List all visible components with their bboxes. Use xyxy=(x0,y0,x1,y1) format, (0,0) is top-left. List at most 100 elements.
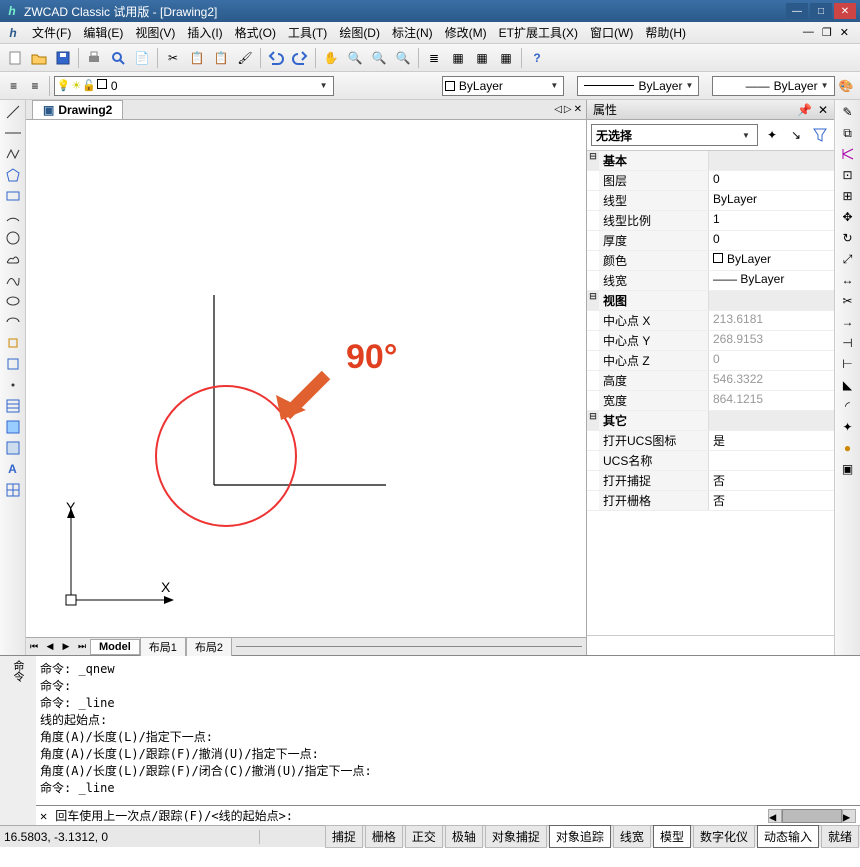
lineweight-combo[interactable]: ByLayer ▼ xyxy=(577,76,699,96)
prop-ucsn[interactable] xyxy=(709,451,834,470)
prop-cz[interactable]: 0 xyxy=(709,351,834,370)
hscroll-right[interactable]: ▶ xyxy=(842,809,856,823)
collapse-view[interactable]: ⊟ xyxy=(587,291,599,310)
explode-tool[interactable]: ✦ xyxy=(838,417,858,437)
props-button[interactable]: ▦ xyxy=(447,47,469,69)
minimize-button[interactable]: — xyxy=(786,3,808,19)
menu-insert[interactable]: 插入(I) xyxy=(181,22,228,43)
status-grid[interactable]: 栅格 xyxy=(365,825,403,848)
hscroll-left[interactable]: ◀ xyxy=(768,809,782,823)
tab-prev-button[interactable]: ◁ xyxy=(554,104,562,115)
prop-layer[interactable]: 0 xyxy=(709,171,834,190)
open-button[interactable] xyxy=(28,47,50,69)
status-model[interactable]: 模型 xyxy=(653,825,691,848)
status-dyn[interactable]: 动态输入 xyxy=(757,825,819,848)
preview-button[interactable] xyxy=(107,47,129,69)
menu-file[interactable]: 文件(F) xyxy=(26,22,77,43)
child-close-button[interactable]: ✕ xyxy=(837,26,852,39)
menu-help[interactable]: 帮助(H) xyxy=(639,22,692,43)
arc-tool[interactable] xyxy=(3,207,23,227)
chamfer-tool[interactable]: ◣ xyxy=(838,375,858,395)
collapse-other[interactable]: ⊟ xyxy=(587,411,599,430)
menu-tools[interactable]: 工具(T) xyxy=(282,22,333,43)
layer-prop-button[interactable]: ≡ xyxy=(4,75,23,97)
hscroll-thumb[interactable] xyxy=(782,809,842,823)
prop-ltype[interactable]: ByLayer xyxy=(709,191,834,210)
lineweight2-combo[interactable]: —— ByLayer ▼ xyxy=(712,76,834,96)
drawing-canvas[interactable]: Y X 90° xyxy=(26,120,586,637)
break-tool[interactable]: ⊣ xyxy=(838,333,858,353)
prop-gridp[interactable]: 否 xyxy=(709,491,834,510)
tab-next-button[interactable]: ▷ xyxy=(564,104,572,115)
prop-cy[interactable]: 268.9153 xyxy=(709,331,834,350)
prop-thick[interactable]: 0 xyxy=(709,231,834,250)
cut-button[interactable]: ✂ xyxy=(162,47,184,69)
filter-button[interactable] xyxy=(810,125,830,145)
region-tool[interactable] xyxy=(3,438,23,458)
collapse-basic[interactable]: ⊟ xyxy=(587,151,599,170)
first-button[interactable]: ⏮ xyxy=(26,641,42,652)
prop-w[interactable]: 864.1215 xyxy=(709,391,834,410)
spline-tool[interactable] xyxy=(3,270,23,290)
circle-tool[interactable] xyxy=(3,228,23,248)
table-tool[interactable] xyxy=(3,480,23,500)
stretch-tool[interactable]: ↔ xyxy=(838,270,858,290)
publish-button[interactable]: 📄 xyxy=(131,47,153,69)
zoom-rt-button[interactable]: 🔍 xyxy=(344,47,366,69)
line-tool[interactable] xyxy=(3,102,23,122)
fillet-tool[interactable]: ◜ xyxy=(838,396,858,416)
print-button[interactable] xyxy=(83,47,105,69)
redo-button[interactable] xyxy=(289,47,311,69)
join-tool[interactable]: ⊢ xyxy=(838,354,858,374)
toggle-pick-button[interactable]: ✦ xyxy=(762,125,782,145)
menu-draw[interactable]: 绘图(D) xyxy=(333,22,386,43)
layer-combo[interactable]: 💡 ☀ 🔓 0 ▼ xyxy=(54,76,334,96)
shade-tool[interactable]: ▣ xyxy=(838,459,858,479)
insert-tool[interactable] xyxy=(3,333,23,353)
pline-tool[interactable] xyxy=(3,144,23,164)
undo-button[interactable] xyxy=(265,47,287,69)
prop-color[interactable]: ByLayer xyxy=(709,251,834,270)
polygon-tool[interactable] xyxy=(3,165,23,185)
child-restore-button[interactable]: ❐ xyxy=(819,26,835,39)
quick-select-button[interactable]: ↘ xyxy=(786,125,806,145)
menu-et[interactable]: ET扩展工具(X) xyxy=(493,22,584,43)
render-tool[interactable]: ● xyxy=(838,438,858,458)
layer-states-button[interactable]: ≡ xyxy=(25,75,44,97)
zoom-prev-button[interactable]: 🔍 xyxy=(392,47,414,69)
scale-tool[interactable]: ⤢ xyxy=(838,249,858,269)
prev-button[interactable]: ◀ xyxy=(42,641,58,652)
doc-tab-drawing2[interactable]: ▣ Drawing2 xyxy=(32,100,123,119)
cmd-close-button[interactable]: ✕ xyxy=(40,809,47,823)
rect-tool[interactable] xyxy=(3,186,23,206)
mirror-tool[interactable] xyxy=(838,144,858,164)
match-button[interactable]: 🖌 xyxy=(234,47,256,69)
revcloud-tool[interactable] xyxy=(3,249,23,269)
linetype-combo[interactable]: ByLayer ▼ xyxy=(442,76,564,96)
coordinates[interactable]: 16.5803, -3.1312, 0 xyxy=(0,830,260,844)
tab-layout1[interactable]: 布局1 xyxy=(140,637,186,657)
tab-layout2[interactable]: 布局2 xyxy=(186,637,232,657)
block-tool[interactable] xyxy=(3,354,23,374)
next-button[interactable]: ▶ xyxy=(58,641,74,652)
status-osnap[interactable]: 对象捕捉 xyxy=(485,825,547,848)
status-lwt[interactable]: 线宽 xyxy=(613,825,651,848)
menu-view[interactable]: 视图(V) xyxy=(129,22,181,43)
extend-tool[interactable]: → xyxy=(838,312,858,332)
props-close-button[interactable]: ✕ xyxy=(818,103,828,117)
paste-button[interactable]: 📋 xyxy=(210,47,232,69)
status-otrack[interactable]: 对象追踪 xyxy=(549,825,611,848)
menu-modify[interactable]: 修改(M) xyxy=(439,22,493,43)
move-tool[interactable]: ✥ xyxy=(838,207,858,227)
command-history[interactable]: 命令: _qnew 命令: 命令: _line 线的起始点: 角度(A)/长度(… xyxy=(36,656,860,805)
rotate-tool[interactable]: ↻ xyxy=(838,228,858,248)
cmd-tab-icon[interactable]: 命令 xyxy=(10,660,26,682)
zoom-win-button[interactable]: 🔍 xyxy=(368,47,390,69)
point-tool[interactable] xyxy=(3,375,23,395)
offset-tool[interactable]: ⊡ xyxy=(838,165,858,185)
prop-lweight[interactable]: —— ByLayer xyxy=(709,271,834,290)
tab-close-button[interactable]: ✕ xyxy=(574,104,582,115)
copy-button[interactable]: 📋 xyxy=(186,47,208,69)
menu-dim[interactable]: 标注(N) xyxy=(386,22,439,43)
copy-tool[interactable]: ⧉ xyxy=(838,123,858,143)
